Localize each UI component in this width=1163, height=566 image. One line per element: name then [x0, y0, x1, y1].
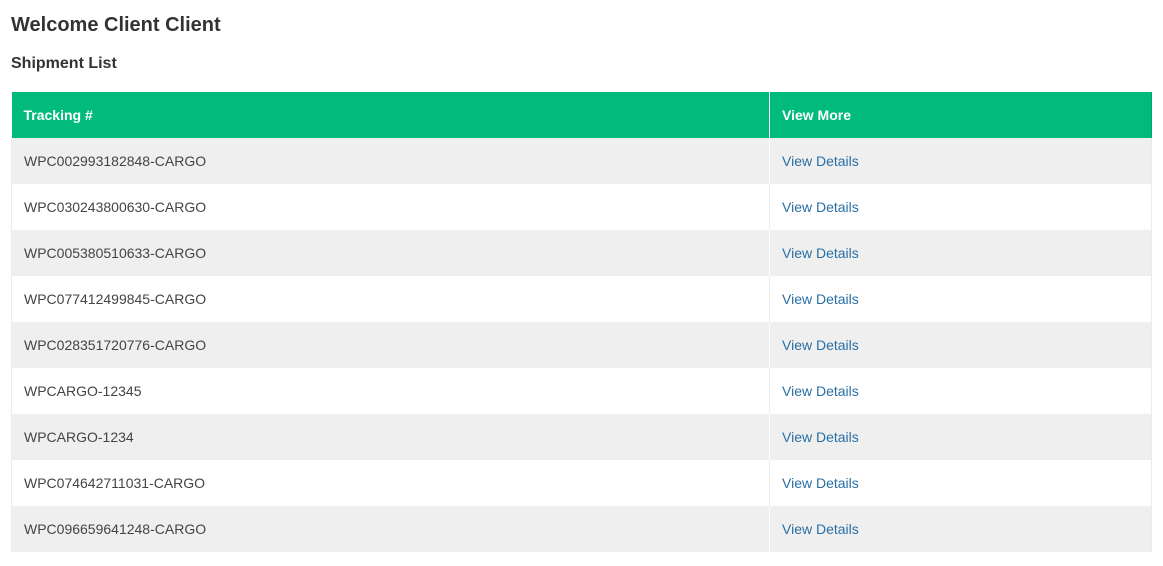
- view-details-link[interactable]: View Details: [782, 429, 859, 445]
- view-more-cell: View Details: [769, 276, 1152, 322]
- view-details-link[interactable]: View Details: [782, 475, 859, 491]
- view-more-cell: View Details: [769, 368, 1152, 414]
- tracking-number-cell: WPC077412499845-CARGO: [11, 276, 770, 322]
- tracking-number-cell: WPCARGO-12345: [11, 368, 770, 414]
- view-details-link[interactable]: View Details: [782, 153, 859, 169]
- tracking-number-cell: WPC096659641248-CARGO: [11, 506, 770, 552]
- table-row: WPC028351720776-CARGO View Details: [11, 322, 1152, 368]
- table-row: WPC077412499845-CARGO View Details: [11, 276, 1152, 322]
- table-row: WPC002993182848-CARGO View Details: [11, 138, 1152, 184]
- view-more-cell: View Details: [769, 506, 1152, 552]
- table-row: WPCARGO-1234 View Details: [11, 414, 1152, 460]
- shipment-list-title: Shipment List: [11, 55, 117, 72]
- view-details-link[interactable]: View Details: [782, 199, 859, 215]
- tracking-number-cell: WPC002993182848-CARGO: [11, 138, 770, 184]
- view-details-link[interactable]: View Details: [782, 383, 859, 399]
- table-row: WPC096659641248-CARGO View Details: [11, 506, 1152, 552]
- tracking-number-cell: WPC074642711031-CARGO: [11, 460, 770, 506]
- table-row: WPCARGO-12345 View Details: [11, 368, 1152, 414]
- tracking-number-cell: WPC005380510633-CARGO: [11, 230, 770, 276]
- view-details-link[interactable]: View Details: [782, 337, 859, 353]
- view-more-cell: View Details: [769, 138, 1152, 184]
- table-row: WPC030243800630-CARGO View Details: [11, 184, 1152, 230]
- column-header-view-more: View More: [769, 92, 1152, 138]
- page: Welcome Client Client Shipment List Trac…: [0, 0, 1163, 566]
- table-row: WPC074642711031-CARGO View Details: [11, 460, 1152, 506]
- view-more-cell: View Details: [769, 184, 1152, 230]
- table-header-row: Tracking # View More: [11, 92, 1152, 138]
- tracking-number-cell: WPC030243800630-CARGO: [11, 184, 770, 230]
- tracking-number-cell: WPCARGO-1234: [11, 414, 770, 460]
- view-details-link[interactable]: View Details: [782, 521, 859, 537]
- tracking-number-cell: WPC028351720776-CARGO: [11, 322, 770, 368]
- view-details-link[interactable]: View Details: [782, 245, 859, 261]
- view-more-cell: View Details: [769, 322, 1152, 368]
- view-details-link[interactable]: View Details: [782, 291, 859, 307]
- shipment-table: Tracking # View More WPC002993182848-CAR…: [11, 92, 1152, 552]
- welcome-heading: Welcome Client Client: [11, 14, 221, 36]
- view-more-cell: View Details: [769, 414, 1152, 460]
- table-row: WPC005380510633-CARGO View Details: [11, 230, 1152, 276]
- view-more-cell: View Details: [769, 460, 1152, 506]
- column-header-tracking: Tracking #: [11, 92, 770, 138]
- view-more-cell: View Details: [769, 230, 1152, 276]
